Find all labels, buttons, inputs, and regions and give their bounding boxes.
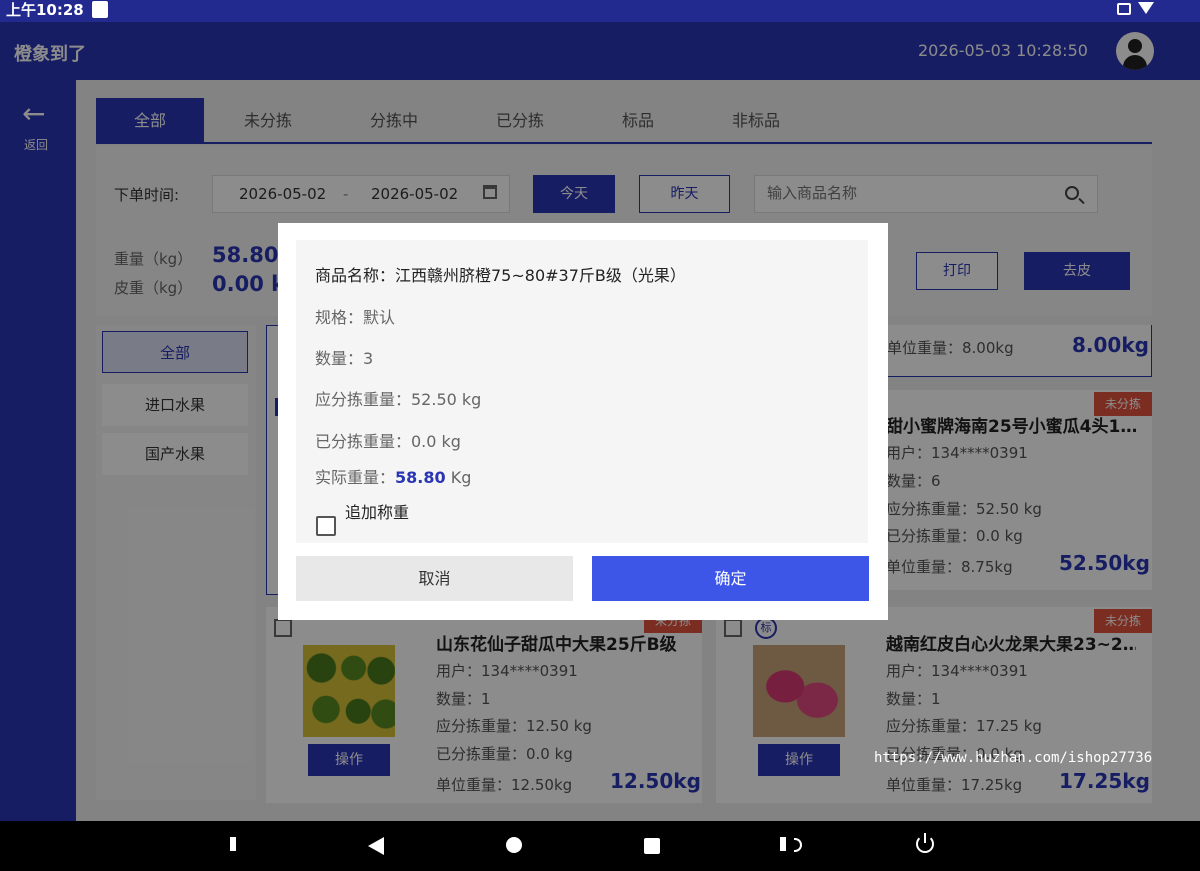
dialog-spec: 规格：默认 xyxy=(315,308,396,327)
cancel-button[interactable]: 取消 xyxy=(296,556,573,601)
status-bar: 上午10:28 xyxy=(0,0,1200,22)
volume-down-icon[interactable] xyxy=(230,837,240,851)
volume-up-icon[interactable] xyxy=(780,837,802,852)
dialog-expected-weight: 应分拣重量：52.50 kg xyxy=(315,390,482,409)
back-icon[interactable] xyxy=(368,837,384,855)
actual-weight-label: 实际重量： xyxy=(315,468,396,487)
weighing-dialog: 商品名称：江西赣州脐橙75~80#37斤B级（光果） 规格：默认 数量：3 应分… xyxy=(278,223,888,620)
watermark: https://www.huzhan.com/ishop27736 xyxy=(874,750,1153,766)
add-weigh-checkbox[interactable] xyxy=(316,516,336,536)
dialog-actual-weight: 实际重量：58.80 Kg xyxy=(315,464,471,488)
dialog-picked-weight: 已分拣重量：0.0 kg xyxy=(315,432,461,451)
system-nav-bar xyxy=(0,821,1200,871)
recent-apps-icon[interactable] xyxy=(644,838,660,854)
dialog-quantity: 数量：3 xyxy=(315,349,374,368)
power-icon[interactable] xyxy=(916,833,934,853)
dialog-info-panel: 商品名称：江西赣州脐橙75~80#37斤B级（光果） 规格：默认 数量：3 应分… xyxy=(296,240,868,543)
home-icon[interactable] xyxy=(506,837,522,853)
wifi-icon xyxy=(1138,2,1154,14)
cast-icon xyxy=(1117,3,1131,15)
notification-icon xyxy=(92,1,108,18)
dialog-product-name: 商品名称：江西赣州脐橙75~80#37斤B级（光果） xyxy=(315,266,686,285)
status-time: 上午10:28 xyxy=(6,1,84,19)
actual-weight-unit: Kg xyxy=(450,468,472,487)
add-weigh-label[interactable]: 追加称重 xyxy=(345,499,409,523)
confirm-button[interactable]: 确定 xyxy=(592,556,869,601)
actual-weight-value: 58.80 xyxy=(395,468,446,487)
